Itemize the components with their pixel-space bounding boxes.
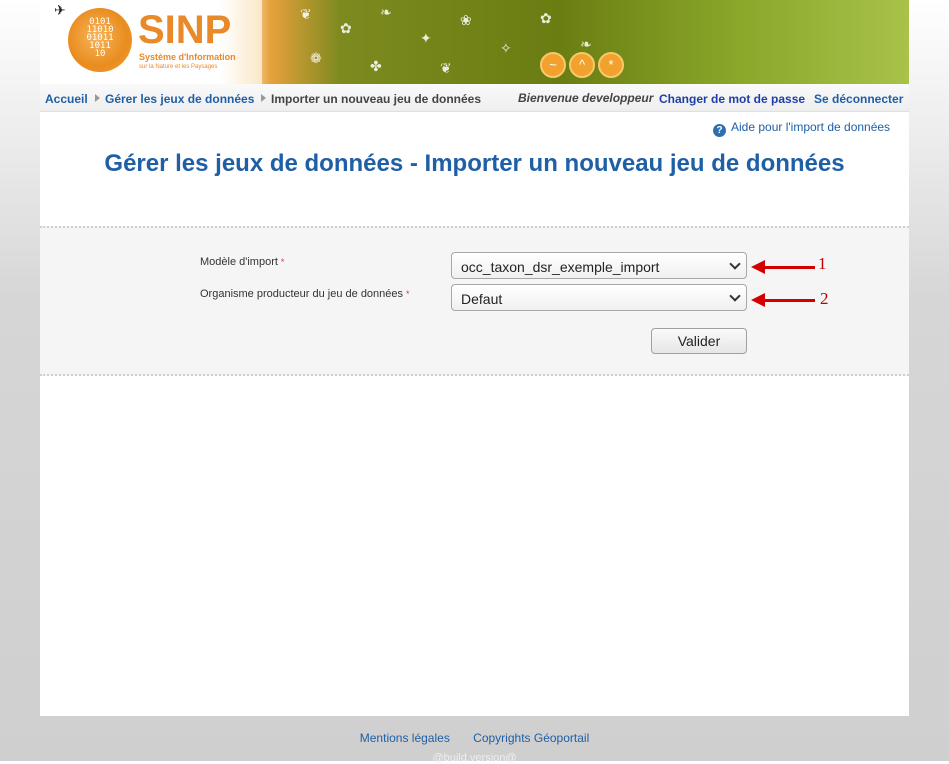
chevron-down-icon (729, 258, 741, 270)
badge-land-icon: ^ (569, 52, 595, 78)
breadcrumb-home[interactable]: Accueil (45, 92, 88, 106)
build-version: @build.version@ (432, 752, 517, 764)
submit-button[interactable]: Valider (651, 328, 747, 354)
breadcrumb-separator-icon (95, 94, 100, 102)
import-form: Modèle d'import * occ_taxon_dsr_exemple_i… (40, 226, 909, 376)
breadcrumb-manage-datasets[interactable]: Gérer les jeux de données (105, 92, 254, 106)
logo-subtitle-small: sur la Nature et les Paysages (139, 64, 218, 70)
partner-badges: ~ ^ * (540, 52, 627, 78)
help-icon: ? (713, 124, 726, 137)
legal-notice-link[interactable]: Mentions légales (360, 731, 450, 745)
nature-silhouettes: ❦ ✿ ❧ ✦ ❀ ✧ ❁ ✤ ❦ ✿ ❧ (300, 4, 592, 76)
header-banner: ✈ 0101 11010 01011 1011 10 SINP Système d'In… (40, 0, 909, 84)
import-help-label: Aide pour l'import de données (731, 120, 891, 134)
page-title: Gérer les jeux de données - Importer un … (104, 150, 845, 177)
badge-sea-icon: ~ (540, 52, 566, 78)
footer: Mentions légales Copyrights Géoportail (0, 731, 949, 745)
navigation-bar: Accueil Gérer les jeux de données Import… (40, 84, 909, 112)
model-label-text: Modèle d'import (200, 256, 278, 268)
required-marker: * (280, 257, 285, 267)
import-model-value: occ_taxon_dsr_exemple_import (461, 259, 660, 275)
breadcrumb-current: Importer un nouveau jeu de données (271, 92, 482, 106)
binary-tree-icon: 0101 11010 01011 1011 10 (86, 17, 114, 59)
annotation-number-1: 1 (818, 254, 827, 273)
welcome-text: Bienvenue developpeur (518, 91, 654, 105)
page-container: ✈ 0101 11010 01011 1011 10 SINP Système d'In… (40, 0, 909, 716)
producer-value: Defaut (461, 291, 503, 307)
logo-title: SINP (138, 8, 232, 52)
producer-label: Organisme producteur du jeu de données * (200, 288, 410, 300)
change-password-link[interactable]: Changer de mot de passe (659, 92, 805, 106)
copyrights-link[interactable]: Copyrights Géoportail (473, 731, 589, 745)
import-help-link[interactable]: ? Aide pour l'import de données (713, 120, 890, 137)
birds-icon: ✈ (54, 2, 66, 18)
chevron-down-icon (729, 290, 741, 302)
logout-link[interactable]: Se déconnecter (814, 92, 903, 106)
producer-label-text: Organisme producteur du jeu de données (200, 288, 404, 300)
required-marker: * (406, 289, 410, 299)
annotation-number-2: 2 (820, 289, 829, 308)
model-label: Modèle d'import * (200, 256, 284, 268)
arrow-line (763, 299, 815, 302)
sinp-logo-icon: 0101 11010 01011 1011 10 (68, 8, 132, 72)
badge-nature-icon: * (598, 52, 624, 78)
logo-subtitle: Système d'Information (139, 52, 236, 62)
producer-select[interactable]: Defaut (451, 284, 747, 311)
arrow-line (763, 266, 815, 269)
breadcrumb-separator-icon (261, 94, 266, 102)
import-model-select[interactable]: occ_taxon_dsr_exemple_import (451, 252, 747, 279)
